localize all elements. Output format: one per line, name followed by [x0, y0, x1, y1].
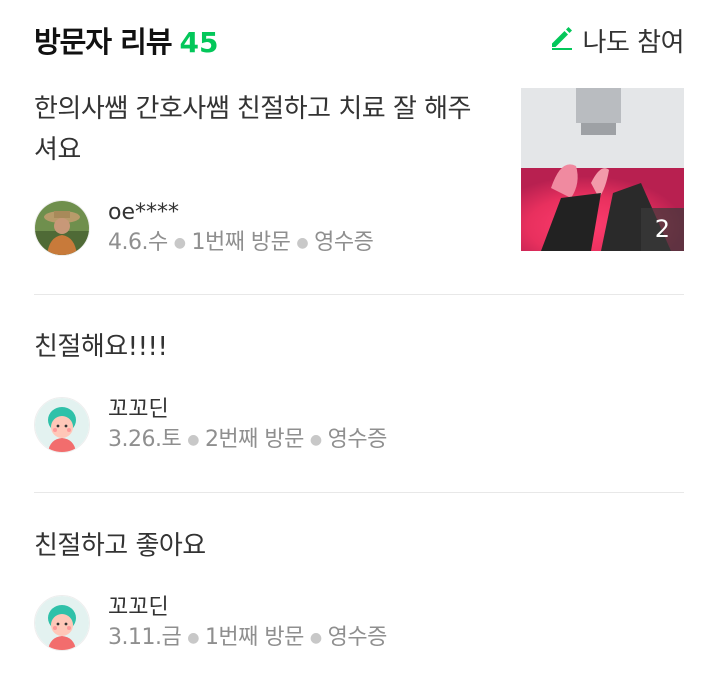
author-nickname[interactable]: 꼬꼬딘: [108, 593, 387, 623]
divider: [34, 492, 684, 493]
review-author: 꼬꼬딘 3.26.토 ● 2번째 방문 ● 영수증: [34, 395, 387, 455]
photo-count: 2: [654, 215, 670, 243]
avatar[interactable]: [34, 397, 90, 453]
visit-count: 1번째 방문: [191, 230, 291, 255]
separator-dot: ●: [187, 630, 199, 646]
verification-type: 영수증: [327, 427, 388, 452]
separator-dot: ●: [309, 432, 322, 448]
review-text: 친절해요!!!!: [34, 332, 168, 362]
write-review-label: 나도 참여: [582, 27, 685, 58]
separator-dot: ●: [309, 630, 322, 646]
review-text: 친절하고 좋아요: [34, 531, 206, 561]
review-author: 꼬꼬딘 3.11.금 ● 1번째 방문 ● 영수증: [34, 593, 387, 653]
reviews-header: 방문자 리뷰 45 나도 참여: [34, 18, 685, 62]
review-count: 45: [179, 26, 219, 59]
avatar[interactable]: [34, 200, 90, 256]
review-item[interactable]: 친절해요!!!! 꼬꼬딘 3.26.토 ● 2번째 방문 ● 영수증: [34, 327, 684, 467]
author-nickname[interactable]: oe****: [108, 198, 373, 228]
visit-date: 3.26.토: [108, 427, 182, 452]
verification-type: 영수증: [314, 230, 374, 255]
visit-count: 1번째 방문: [204, 625, 304, 650]
review-item[interactable]: 친절하고 좋아요 꼬꼬딘 3.11.금 ● 1번째 방문 ● 영수증: [34, 526, 684, 666]
review-author: oe**** 4.6.수 ● 1번째 방문 ● 영수증: [34, 198, 374, 258]
divider: [34, 294, 684, 295]
visit-info: 3.11.금 ● 1번째 방문 ● 영수증: [108, 623, 387, 653]
visit-info: 4.6.수 ● 1번째 방문 ● 영수증: [108, 228, 374, 258]
visit-date: 4.6.수: [108, 230, 168, 255]
pencil-icon: [549, 24, 575, 57]
visit-count: 2번째 방문: [204, 427, 304, 452]
review-item[interactable]: 한의사쌤 간호사쌤 친절하고 치료 잘 해주셔요 oe**** 4.6.수 ● 1번…: [34, 88, 684, 258]
verification-type: 영수증: [327, 625, 388, 650]
review-meta: 꼬꼬딘 3.26.토 ● 2번째 방문 ● 영수증: [108, 395, 387, 455]
visit-info: 3.26.토 ● 2번째 방문 ● 영수증: [108, 425, 387, 455]
review-photo[interactable]: 2: [521, 88, 684, 251]
separator-dot: ●: [187, 432, 199, 448]
separator-dot: ●: [296, 235, 309, 251]
review-meta: oe**** 4.6.수 ● 1번째 방문 ● 영수증: [108, 198, 374, 258]
separator-dot: ●: [173, 235, 186, 251]
author-nickname[interactable]: 꼬꼬딘: [108, 395, 387, 425]
write-review-button[interactable]: 나도 참여: [549, 22, 685, 59]
review-text: 한의사쌤 간호사쌤 친절하고 치료 잘 해주셔요: [34, 94, 471, 165]
page-title: 방문자 리뷰: [34, 25, 172, 59]
visit-date: 3.11.금: [108, 625, 182, 650]
header-title-group: 방문자 리뷰 45: [34, 19, 218, 61]
review-meta: 꼬꼬딘 3.11.금 ● 1번째 방문 ● 영수증: [108, 593, 387, 653]
avatar[interactable]: [34, 595, 90, 651]
